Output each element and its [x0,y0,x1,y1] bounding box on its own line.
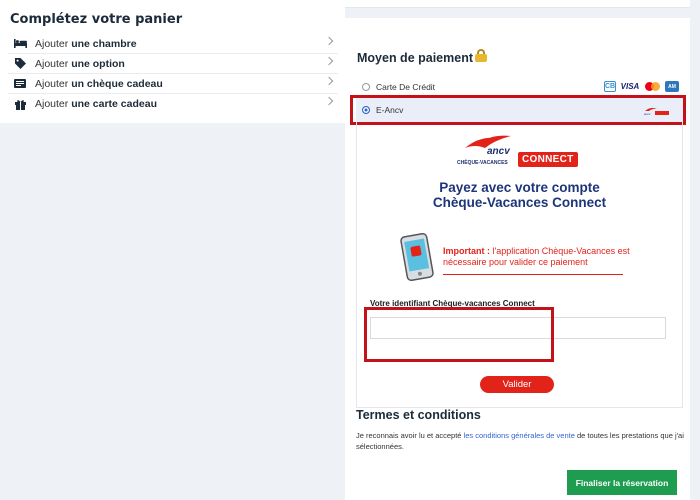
validate-button[interactable]: Valider [480,376,554,393]
cart-title: Complétez votre panier [10,12,183,27]
add-gift-card-item[interactable]: Ajouter une carte cadeau [8,94,338,114]
add-gift-card-label: une carte cadeau [71,98,157,110]
ancv-connect-box: ancv CHÈQUE-VACANCES CONNECT Payez avec … [356,122,683,408]
payment-panel: Moyen de paiement Carte De Crédit CB VIS… [345,18,690,500]
terms-text-before: Je reconnais avoir lu et accepté [356,431,464,440]
add-option-label: une option [71,57,125,70]
headline-line2: Chèque-Vacances Connect [432,195,607,210]
cart-menu: Ajouter une chambre Ajouter une option A… [8,34,338,114]
chevron-right-icon [324,56,334,66]
lock-icon [475,49,487,62]
important-label: Important : [443,246,490,256]
phone-icon [400,232,434,282]
add-voucher-label: un chèque cadeau [71,77,163,90]
radio-credit-card[interactable] [362,82,370,91]
bed-icon [10,39,30,48]
chevron-right-icon [324,96,334,106]
chevron-right-icon [324,76,334,86]
terms-link[interactable]: les conditions générales de vente [464,431,575,440]
add-room-item[interactable]: Ajouter une chambre [8,34,338,54]
ancv-headline: Payez avec votre compte Chèque-Vacances … [357,180,682,210]
add-room-prefix: Ajouter [35,37,72,50]
add-voucher-prefix: Ajouter [35,77,72,90]
add-option-item[interactable]: Ajouter une option [8,54,338,74]
headline-line1: Payez avec votre compte [439,180,600,195]
add-room-label: une chambre [71,37,137,50]
add-option-prefix: Ajouter [35,57,72,70]
important-notice: Important : l'application Chèque-Vacance… [443,246,633,268]
mastercard-icon [644,81,662,92]
chevron-right-icon [324,36,334,46]
add-gift-card-prefix: Ajouter [35,98,72,110]
add-voucher-item[interactable]: Ajouter un chèque cadeau [8,74,338,94]
ancv-logo-text: ancv [487,146,510,157]
ancv-logo-sub: CHÈQUE-VACANCES [457,160,508,166]
cb-card-icon: CB [604,81,616,92]
credit-card-label: Carte De Crédit [376,81,436,92]
highlight-frame-e-ancv [350,95,686,125]
amex-card-icon: AM [665,81,679,92]
right-top-strip [345,0,690,8]
ancv-connect-logo: ancv CHÈQUE-VACANCES CONNECT [457,134,587,174]
cart-panel: Complétez votre panier Ajouter une chamb… [0,0,345,123]
gift-icon [10,99,30,110]
connect-badge: CONNECT [518,152,578,167]
voucher-icon [10,79,30,88]
finalize-reservation-button[interactable]: Finaliser la réservation [567,470,677,495]
payment-title: Moyen de paiement [357,51,473,65]
terms-title: Termes et conditions [356,408,481,422]
divider [443,274,623,275]
highlight-frame-id [364,307,554,362]
card-brands: CB VISA AM [604,81,679,92]
terms-text: Je reconnais avoir lu et accepté les con… [356,430,686,452]
visa-card-icon: VISA [620,82,640,91]
tag-icon [10,58,30,69]
